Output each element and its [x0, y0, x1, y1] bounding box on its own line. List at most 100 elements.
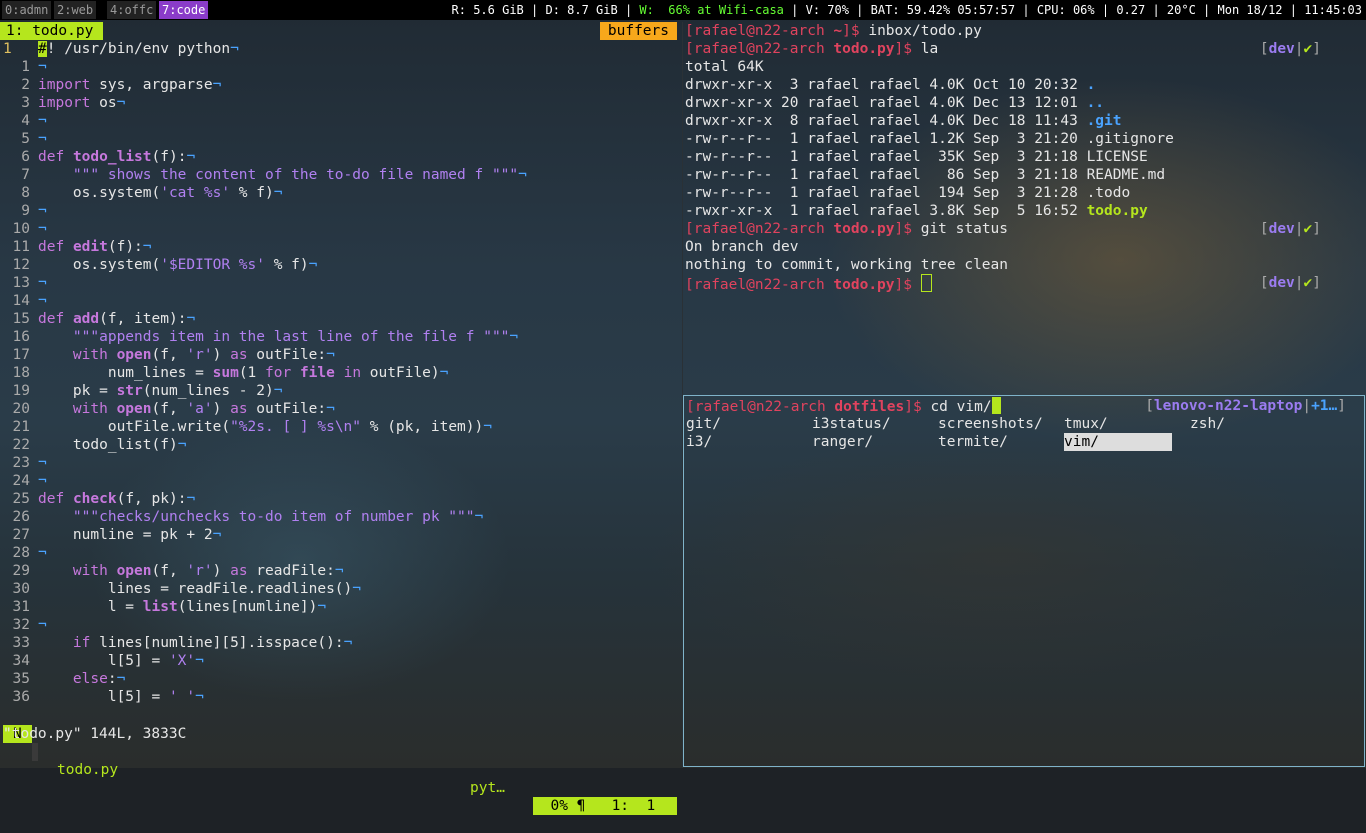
code-text: with open(f, 'a') as outFile:¬	[72, 401, 335, 417]
code-line[interactable]: 15 def add(f, item):¬	[0, 310, 680, 328]
git-output-clean: nothing to commit, working tree clean	[685, 257, 1009, 273]
code-line[interactable]: 32 ¬	[0, 616, 680, 634]
code-line[interactable]: 27 numline = pk + 2¬	[0, 526, 680, 544]
ls-total: total 64K	[685, 59, 764, 75]
workspace-2[interactable]: 2:web	[54, 1, 97, 19]
completion-item[interactable]: termite/	[938, 433, 1008, 451]
code-line[interactable]: 23 ¬	[0, 454, 680, 472]
code-line[interactable]: 13 ¬	[0, 274, 680, 292]
terminal-line: [rafael@n22-arch todo.py]$ la [dev|✔]	[685, 41, 1321, 57]
ls-meta: -rw-r--r-- 1 rafael rafael 86 Sep 3 21:1…	[685, 167, 1087, 183]
code-line[interactable]: 5 ¬	[0, 130, 680, 148]
code-line[interactable]: 26 """checks/unchecks to-do item of numb…	[0, 508, 680, 526]
line-number: 4	[21, 113, 30, 129]
completion-item[interactable]: screenshots/	[938, 415, 1043, 433]
line-number: 21	[12, 419, 30, 435]
workspace-7-active[interactable]: 7:code	[159, 1, 209, 19]
wifi-status: W: 66% at Wifi-casa	[639, 3, 784, 17]
line-number: 31	[12, 599, 30, 615]
completion-item[interactable]: ranger/	[812, 433, 873, 451]
code-line[interactable]: 17 with open(f, 'r') as outFile:¬	[0, 346, 680, 364]
workspace-0[interactable]: 0:admn	[2, 1, 52, 19]
completion-item[interactable]: i3/	[686, 433, 712, 451]
code-line[interactable]: 14 ¬	[0, 292, 680, 310]
line-number: 15	[12, 311, 30, 327]
code-line[interactable]: 3 import os¬	[0, 94, 680, 112]
code-line[interactable]: 9 ¬	[0, 202, 680, 220]
code-line[interactable]: 2 import sys, argparse¬	[0, 76, 680, 94]
line-number: 23	[12, 455, 30, 471]
code-line[interactable]: 28 ¬	[0, 544, 680, 562]
code-line[interactable]: 4 ¬	[0, 112, 680, 130]
code-line[interactable]: 18 num_lines = sum(1 for file in outFile…	[0, 364, 680, 382]
terminal-bottom-focused[interactable]: [rafael@n22-arch dotfiles]$ cd vim/[leno…	[683, 395, 1365, 767]
vim-buffers-label: buffers	[599, 22, 677, 40]
code-line[interactable]: 6 def todo_list(f):¬	[0, 148, 680, 166]
code-text: def add(f, item):¬	[38, 311, 196, 327]
terminal-prompt-line[interactable]: [rafael@n22-arch dotfiles]$ cd vim/[leno…	[686, 397, 1346, 415]
code-line[interactable]: 29 with open(f, 'r') as readFile:¬	[0, 562, 680, 580]
host-prompt: [lenovo-n22-laptop|+1…]	[1145, 398, 1346, 414]
code-text: l[5] = ' '¬	[38, 689, 204, 705]
code-text: """appends item in the last line of the …	[38, 329, 519, 345]
code-line[interactable]: 31 l = list(lines[numline])¬	[0, 598, 680, 616]
code-line[interactable]: 35 else:¬	[0, 670, 680, 688]
completion-item[interactable]: zsh/	[1190, 415, 1225, 433]
code-line[interactable]: 12 os.system('$EDITOR %s' % f)¬	[0, 256, 680, 274]
vim-tab-todo[interactable]: 1: todo.py	[0, 22, 104, 40]
code-text: ¬	[38, 473, 47, 489]
line-number: 25	[12, 491, 30, 507]
line-number: 24	[12, 473, 30, 489]
code-line[interactable]: 11 def edit(f):¬	[0, 238, 680, 256]
ls-row: -rw-r--r-- 1 rafael rafael 1.2K Sep 3 21…	[685, 130, 1345, 148]
git-prompt: [dev|✔]	[1259, 41, 1321, 57]
completion-item[interactable]: git/	[686, 415, 721, 433]
ls-meta: drwxr-xr-x 20 rafael rafael 4.0K Dec 13 …	[685, 95, 1087, 111]
code-line[interactable]: 16 """appends item in the last line of t…	[0, 328, 680, 346]
code-line[interactable]: 1 ¬	[0, 58, 680, 76]
vim-statusline-position: 0% ¶ 1: 1	[533, 797, 677, 815]
code-line[interactable]: 34 l[5] = 'X'¬	[0, 652, 680, 670]
code-line[interactable]: 22 todo_list(f)¬	[0, 436, 680, 454]
command-text: cd vim/	[930, 399, 992, 415]
status-line: R: 5.6 GiB | D: 8.7 GiB | W: 66% at Wifi…	[451, 3, 1362, 17]
code-line[interactable]: 7 """ shows the content of the to-do fil…	[0, 166, 680, 184]
code-text: lines = readFile.readlines()¬	[38, 581, 362, 597]
ls-meta: drwxr-xr-x 8 rafael rafael 4.0K Dec 18 1…	[685, 113, 1087, 129]
completion-item[interactable]: vim/	[1064, 433, 1172, 451]
code-line[interactable]: 33 if lines[numline][5].isspace():¬	[0, 634, 680, 652]
vim-command-line[interactable]: "todo.py" 144L, 3833C	[3, 725, 186, 743]
line-number: 17	[12, 347, 30, 363]
code-line[interactable]: 36 l[5] = ' '¬	[0, 688, 680, 706]
line-number: 13	[12, 275, 30, 291]
terminal-top[interactable]: [rafael@n22-arch ~]$ inbox/todo.py [rafa…	[685, 22, 1366, 392]
vim-editor-pane[interactable]: 1: todo.py buffers 1 #! /usr/bin/env pyth…	[0, 22, 680, 815]
completion-item[interactable]: i3status/	[812, 415, 891, 433]
code-line[interactable]: 20 with open(f, 'a') as outFile:¬	[0, 400, 680, 418]
line-number: 30	[12, 581, 30, 597]
command-text: git status	[920, 221, 1009, 237]
code-text: todo_list(f)¬	[38, 437, 187, 453]
ls-filename: .git	[1086, 113, 1122, 129]
ls-filename: README.md	[1086, 167, 1166, 183]
temp-status: 20°C	[1166, 3, 1196, 17]
code-line[interactable]: 19 pk = str(num_lines - 2)¬	[0, 382, 680, 400]
line-number: 7	[21, 167, 30, 183]
terminal-prompt-line[interactable]: [rafael@n22-arch todo.py]$ [dev|✔]	[685, 274, 1345, 293]
code-line[interactable]: 1 #! /usr/bin/env python¬	[0, 40, 680, 58]
code-line[interactable]: 24 ¬	[0, 472, 680, 490]
terminal-cursor	[920, 274, 932, 292]
code-line[interactable]: 10 ¬	[0, 220, 680, 238]
completion-item[interactable]: tmux/	[1064, 415, 1108, 433]
workspace-4[interactable]: 4:offc	[107, 1, 157, 19]
code-line[interactable]: 21 outFile.write("%2s. [ ] %s\n" % (pk, …	[0, 418, 680, 436]
code-text: ¬	[38, 617, 47, 633]
ls-meta: -rw-r--r-- 1 rafael rafael 194 Sep 3 21:…	[685, 185, 1087, 201]
ls-row: -rw-r--r-- 1 rafael rafael 86 Sep 3 21:1…	[685, 166, 1345, 184]
code-line[interactable]: 30 lines = readFile.readlines()¬	[0, 580, 680, 598]
code-text: outFile.write("%2s. [ ] %s\n" % (pk, ite…	[38, 419, 492, 435]
line-number: 10	[12, 221, 30, 237]
code-line[interactable]: 25 def check(f, pk):¬	[0, 490, 680, 508]
code-text: if lines[numline][5].isspace():¬	[72, 635, 353, 651]
code-line[interactable]: 8 os.system('cat %s' % f)¬	[0, 184, 680, 202]
